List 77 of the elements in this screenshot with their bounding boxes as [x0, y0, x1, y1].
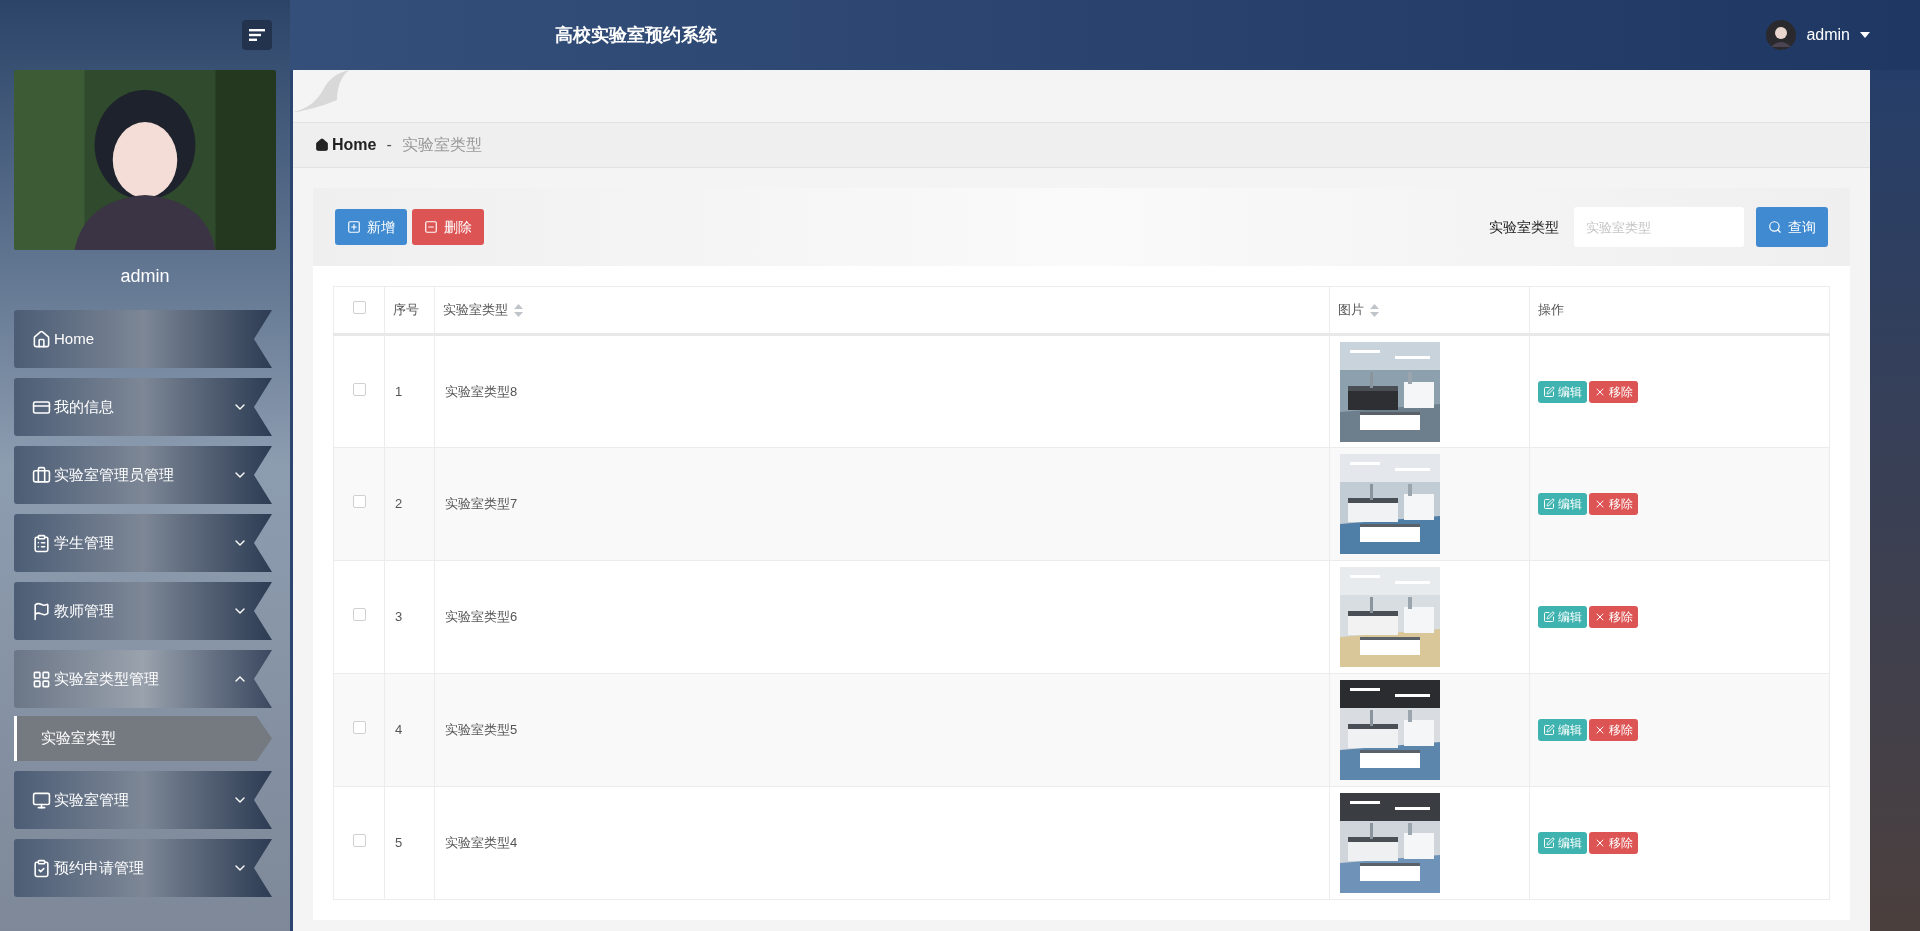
close-icon [1594, 611, 1606, 623]
edit-icon [1543, 837, 1555, 849]
remove-button[interactable]: 移除 [1589, 606, 1638, 628]
menu-item[interactable]: 教师管理 [14, 582, 272, 640]
add-button[interactable]: 新增 [335, 209, 407, 245]
search-field[interactable]: 实验室类型 [1574, 207, 1744, 247]
menu-item[interactable]: 预约申请管理 [14, 839, 272, 897]
table-cell: 1 [395, 383, 403, 399]
monitor-icon [32, 790, 51, 810]
table-cell: 实验室类型4 [445, 835, 518, 851]
search-label: 实验室类型 [1489, 217, 1559, 237]
breadcrumb-current: 实验室类型 [401, 135, 482, 155]
breadcrumb-separator: - [386, 135, 392, 155]
search-icon [1768, 220, 1782, 234]
checkbox[interactable] [352, 495, 366, 509]
minus-square-icon [424, 220, 438, 234]
grid-icon [32, 669, 51, 689]
briefcase-icon [32, 465, 51, 485]
checkbox[interactable] [352, 382, 366, 396]
search-button[interactable]: 查询 [1756, 207, 1828, 247]
remove-button[interactable]: 移除 [1589, 380, 1638, 403]
edit-button[interactable]: 编辑 [1538, 606, 1587, 628]
menu-item[interactable]: Home [14, 310, 272, 368]
table-cell: 4 [395, 722, 403, 738]
table-cell: 实验室类型6 [445, 609, 518, 625]
menu-item[interactable]: 实验室类型管理 [14, 650, 272, 708]
menu-toggle-button[interactable] [242, 20, 272, 50]
house-icon [32, 329, 51, 349]
column-header: 操作 [1538, 301, 1564, 320]
caret-icon [1860, 32, 1870, 38]
delete-button[interactable]: 删除 [412, 209, 484, 245]
remove-button[interactable]: 移除 [1589, 493, 1638, 515]
close-icon [1594, 498, 1606, 510]
menu-item[interactable]: 学生管理 [14, 514, 272, 572]
table-cell: 5 [395, 835, 403, 851]
edit-icon [1543, 385, 1555, 398]
username: admin [119, 265, 171, 288]
table-cell: 3 [395, 609, 403, 625]
checkbox[interactable] [352, 608, 366, 622]
avatar-icon [1766, 20, 1797, 50]
clipboard-icon [32, 533, 51, 553]
column-header[interactable]: 实验室类型 [443, 300, 523, 320]
edit-button[interactable]: 编辑 [1538, 380, 1587, 403]
edit-button[interactable]: 编辑 [1538, 832, 1587, 854]
close-icon [1594, 724, 1606, 736]
menu-item[interactable]: 实验室管理 [14, 771, 272, 829]
edit-icon [1543, 498, 1555, 510]
submenu-item[interactable]: 实验室类型 [14, 716, 272, 761]
menu-item[interactable]: 实验室管理员管理 [14, 446, 272, 504]
breadcrumb-home-link[interactable]: Home [315, 133, 377, 157]
table-cell: 实验室类型7 [445, 496, 518, 512]
page-curl-icon [293, 70, 349, 112]
clipboard-check-icon [32, 858, 51, 878]
table-cell: 实验室类型8 [445, 383, 518, 399]
plus-square-icon [347, 220, 361, 234]
edit-button[interactable]: 编辑 [1538, 493, 1587, 515]
table-cell: 2 [395, 496, 403, 512]
sort-icon [1370, 303, 1379, 317]
menu-icon [249, 29, 265, 41]
remove-button[interactable]: 移除 [1589, 832, 1638, 854]
checkbox[interactable] [352, 834, 366, 848]
edit-icon [1543, 724, 1555, 736]
checkbox[interactable] [352, 301, 366, 315]
edit-icon [1543, 611, 1555, 623]
menu-item[interactable]: 我的信息 [14, 378, 272, 436]
column-header: 序号 [393, 301, 419, 320]
sort-icon [514, 303, 523, 317]
table-cell: 实验室类型5 [445, 722, 518, 738]
edit-button[interactable]: 编辑 [1538, 719, 1587, 741]
column-header[interactable]: 图片 [1338, 300, 1379, 320]
flag-icon [32, 601, 51, 621]
checkbox[interactable] [352, 721, 366, 735]
app-title: 高校实验室预约系统 [555, 23, 717, 47]
user-menu[interactable]: admin [1766, 20, 1870, 50]
remove-button[interactable]: 移除 [1589, 719, 1638, 741]
house-icon [315, 138, 329, 152]
close-icon [1594, 837, 1606, 849]
